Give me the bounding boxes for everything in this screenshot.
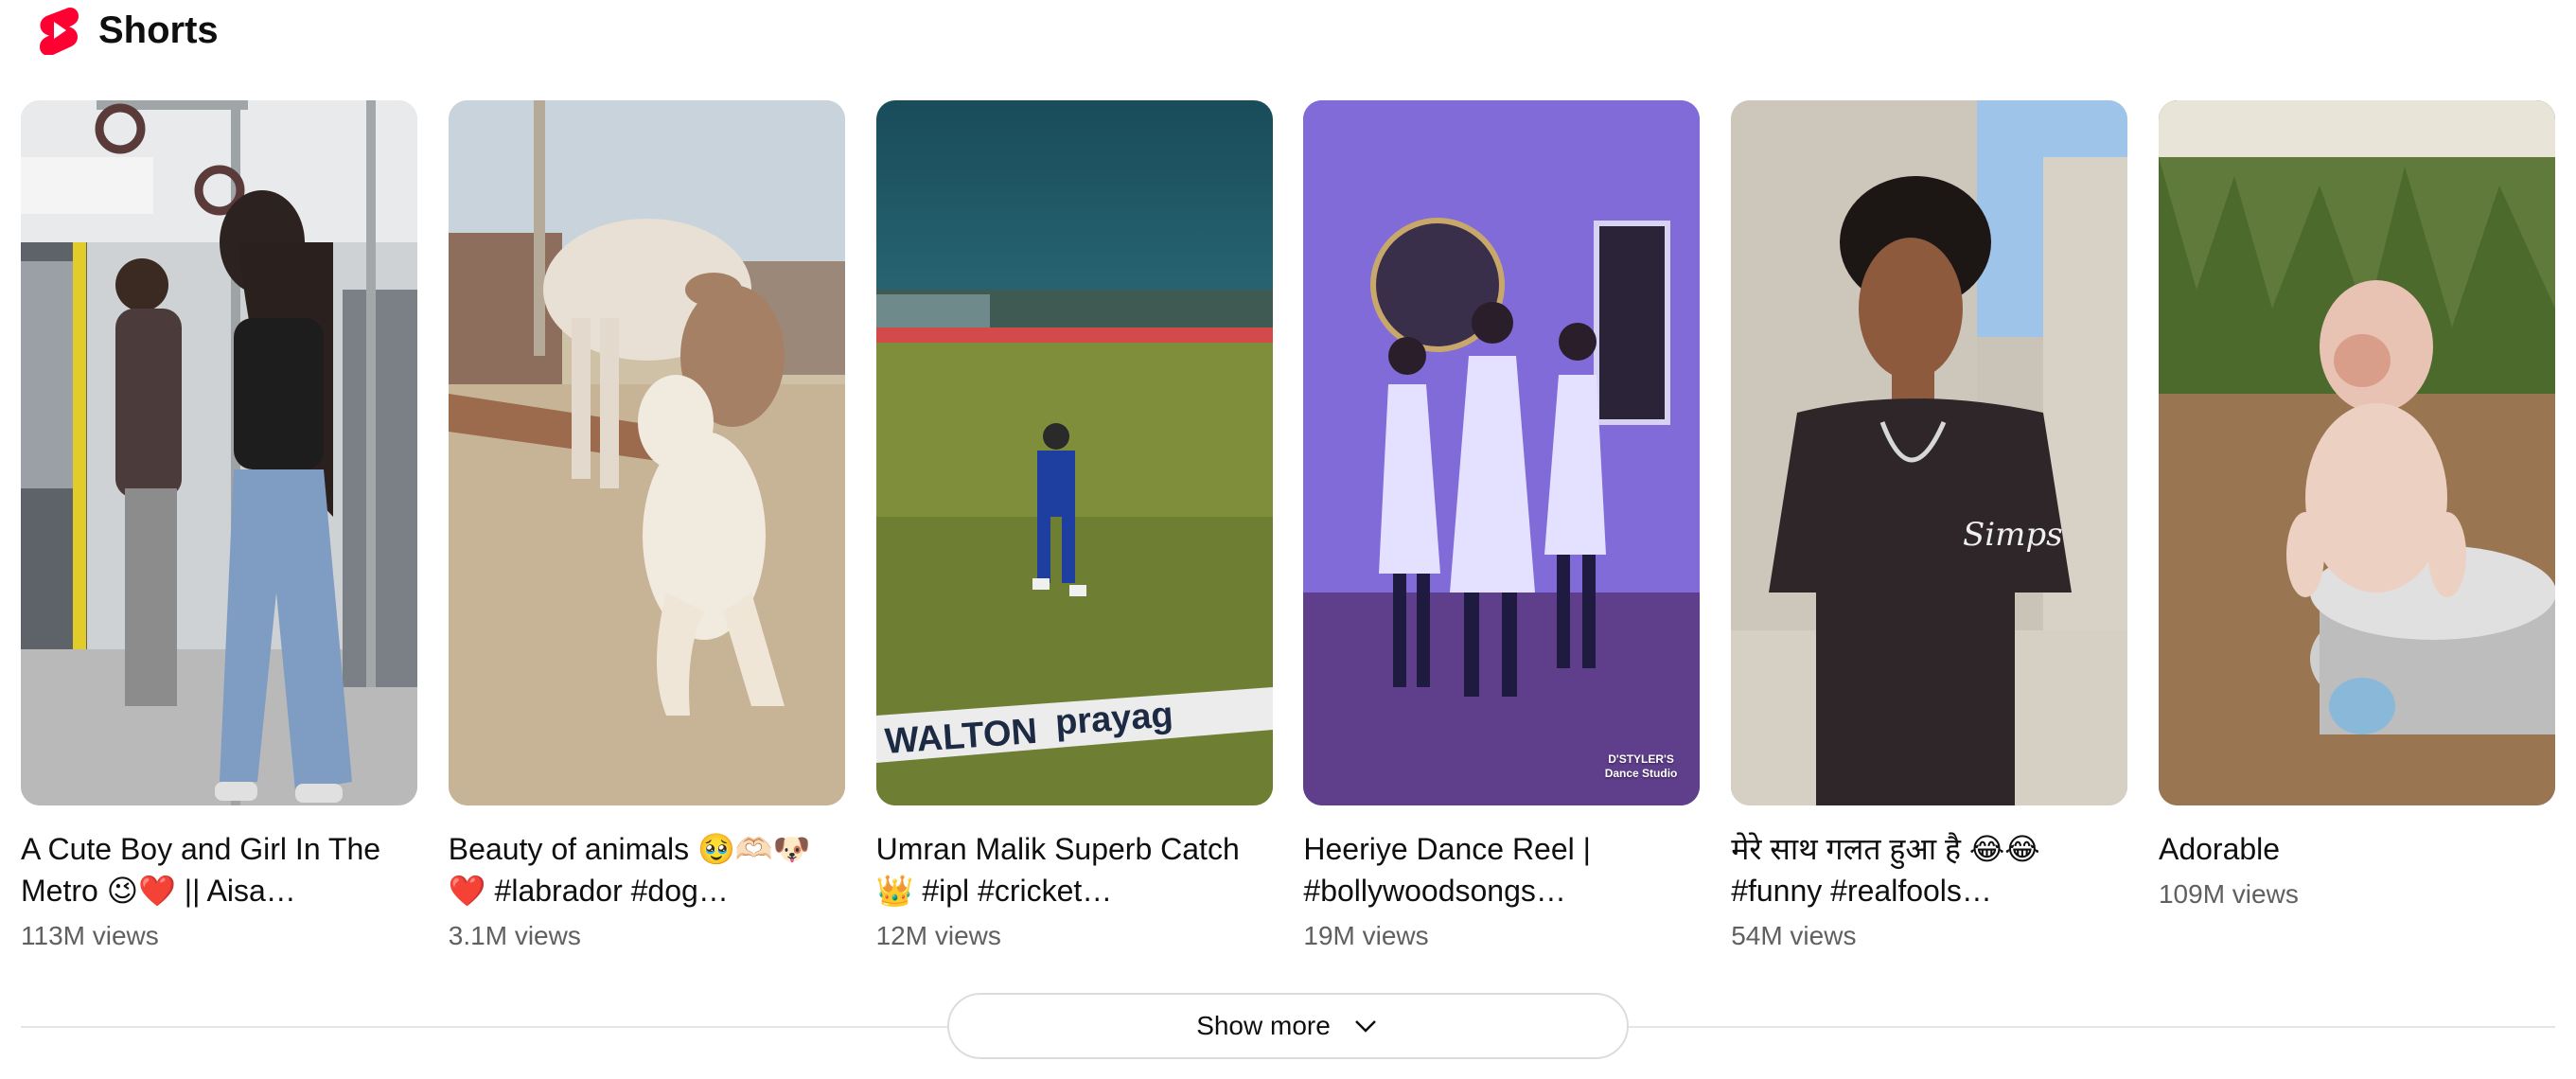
short-card[interactable]: WALTON prayag Umran Malik Superb Catch 👑… [875, 100, 1273, 955]
short-title[interactable]: Beauty of animals 🥹🫶🏻🐶 ❤️ #labrador #dog… [449, 828, 845, 911]
short-card[interactable]: D'STYLER'S Dance Studio Heeriye Dance Ree… [1303, 100, 1701, 955]
short-title[interactable]: A Cute Boy and Girl In The Metro 😉❤️ || … [21, 828, 417, 911]
youtube-shorts-icon [40, 8, 79, 55]
view-count: 3.1M views [448, 921, 581, 950]
short-title[interactable]: Heeriye Dance Reel | #bollywoodsongs… [1303, 828, 1700, 911]
short-title[interactable]: Adorable [2159, 828, 2555, 870]
short-title[interactable]: Umran Malik Superb Catch 👑 #ipl #cricket… [876, 828, 1273, 911]
short-card[interactable]: Beauty of animals 🥹🫶🏻🐶 ❤️ #labrador #dog… [448, 100, 845, 955]
short-title[interactable]: मेरे साथ गलत हुआ है 😂😂 #funny #realfools… [1731, 828, 2127, 911]
short-card[interactable]: Adorable 109M views [2158, 100, 2555, 955]
short-thumbnail[interactable]: D'STYLER'S Dance Studio [1303, 100, 1701, 805]
short-thumbnail[interactable] [448, 100, 845, 805]
chevron-down-icon [1354, 1020, 1376, 1033]
view-count: 109M views [2158, 879, 2299, 909]
svg-text:Simps: Simps [1963, 516, 2063, 554]
channel-watermark: D'STYLER'S Dance Studio [1604, 752, 1678, 780]
section-title: Shorts [98, 9, 219, 51]
view-count: 54M views [1731, 921, 1857, 950]
short-thumbnail[interactable]: WALTON prayag [875, 100, 1273, 805]
shorts-grid: A Cute Boy and Girl In The Metro 😉❤️ || … [21, 100, 2555, 955]
view-count: 19M views [1303, 921, 1429, 950]
short-card[interactable]: A Cute Boy and Girl In The Metro 😉❤️ || … [21, 100, 417, 955]
short-thumbnail[interactable] [2158, 100, 2555, 805]
short-card[interactable]: Simps मेरे साथ गलत हुआ है 😂😂 #funny #rea… [1731, 100, 2128, 955]
view-count: 113M views [21, 921, 159, 950]
show-more-button[interactable]: Show more [947, 993, 1629, 1059]
shorts-header: Shorts [38, 4, 219, 57]
view-count: 12M views [875, 921, 1001, 950]
show-more-label: Show more [1196, 1011, 1331, 1040]
svg-text:prayag: prayag [1053, 695, 1173, 743]
short-thumbnail[interactable]: Simps [1731, 100, 2128, 805]
short-thumbnail[interactable] [21, 100, 417, 805]
